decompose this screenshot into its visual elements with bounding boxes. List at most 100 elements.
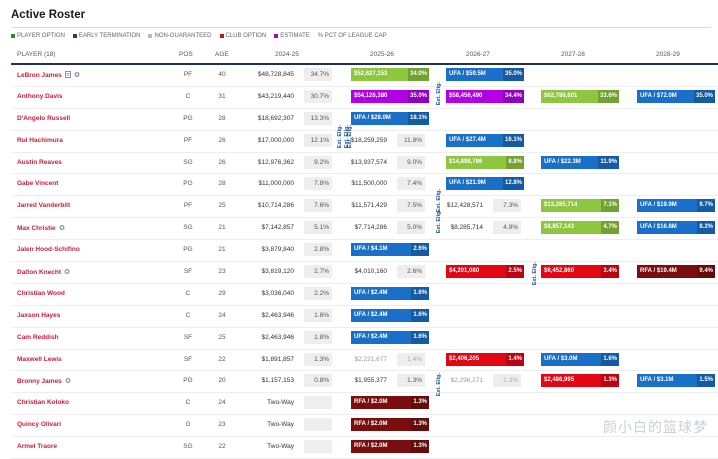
salary-value: $14,898,786 xyxy=(449,158,483,165)
salary-value: UFA / $21.9M xyxy=(449,180,486,187)
salary-pill[interactable]: RFA / $19.4M 9.4% xyxy=(637,265,715,279)
salary-pill[interactable]: UFA / $3.0M 1.6% xyxy=(541,352,619,366)
player-name[interactable]: Rui Hachimura xyxy=(17,137,63,144)
player-name-link[interactable]: Gabe Vincent xyxy=(17,180,58,187)
player-name-link[interactable]: Dalton Knecht xyxy=(17,268,70,277)
salary-pill[interactable]: UFA / $2.4M 1.6% xyxy=(351,308,429,322)
salary-pill[interactable]: $14,898,786 8.8% xyxy=(446,155,524,169)
player-name[interactable]: LeBron James xyxy=(17,72,62,79)
header-age[interactable]: AGE xyxy=(215,51,229,58)
player-name[interactable]: Jaxson Hayes xyxy=(17,312,60,319)
table-row: Jarred Vanderbilt PF 25 $10,714,286 7.6% $11,… xyxy=(11,196,718,219)
legend-item: % PCT OF LEAGUE CAP xyxy=(318,33,387,39)
player-name-link[interactable]: Maxwell Lewis xyxy=(17,356,62,363)
player-name[interactable]: Max Christie xyxy=(17,225,56,232)
salary-pill[interactable]: UFA / $22.3M 11.9% xyxy=(541,155,619,169)
player-name[interactable]: D'Angelo Russell xyxy=(17,115,70,122)
age: 25 xyxy=(218,202,226,210)
player-name-link[interactable]: Quincy Olivari xyxy=(17,421,61,428)
salary-pill[interactable]: $52,627,153 34.0% xyxy=(351,68,429,81)
stack-icon[interactable] xyxy=(74,71,80,80)
player-name-link[interactable]: Anthony Davis xyxy=(17,93,63,100)
salary-pill[interactable]: RFA / $2.0M 1.3% xyxy=(351,418,429,432)
player-name-link[interactable]: LeBron James xyxy=(17,71,80,80)
salary-pill[interactable]: UFA / $16.8M 8.2% xyxy=(637,221,715,235)
table-row: Christian Koloko C 24 Two-Way RFA / $2.0M 1.3… xyxy=(11,393,718,416)
player-name[interactable]: Christian Koloko xyxy=(17,399,69,406)
salary-pill[interactable]: UFA / $72.0M 35.0% xyxy=(637,89,715,103)
player-name[interactable]: Dalton Knecht xyxy=(17,269,61,276)
player-name-link[interactable]: Christian Koloko xyxy=(17,399,69,406)
cap-percent: 4.7% xyxy=(601,221,619,235)
salary-value: $58,456,490 xyxy=(449,92,483,99)
player-name-link[interactable]: Bronny James xyxy=(17,377,71,386)
salary-pill[interactable]: $54,126,380 35.0% xyxy=(351,89,429,103)
extension-eligible-label: Ext. Elig. xyxy=(436,82,442,106)
stack-icon[interactable] xyxy=(65,377,71,386)
player-name-link[interactable]: D'Angelo Russell xyxy=(17,115,70,122)
age: 23 xyxy=(218,421,226,429)
header-2027-28[interactable]: 2027-28 xyxy=(561,51,585,58)
player-name[interactable]: Bronny James xyxy=(17,378,62,385)
stack-icon[interactable] xyxy=(59,224,65,233)
salary-pill[interactable]: $6,452,860 3.4% xyxy=(541,265,619,279)
player-name[interactable]: Maxwell Lewis xyxy=(17,356,62,363)
player-name[interactable]: Armel Traore xyxy=(17,443,57,450)
player-name[interactable]: Gabe Vincent xyxy=(17,180,58,187)
header-2024-25[interactable]: 2024-25 xyxy=(275,51,299,58)
salary-pill[interactable]: UFA / $59.5M 35.0% xyxy=(446,68,524,81)
player-name-link[interactable]: Jaxson Hayes xyxy=(17,312,60,319)
player-name-link[interactable]: Max Christie xyxy=(17,224,65,233)
salary-pill[interactable]: $13,285,714 7.1% xyxy=(541,199,619,213)
player-name-link[interactable]: Austin Reaves xyxy=(17,159,62,166)
table-row: Austin Reaves SG 26 $12,976,362 9.2% $13,937,… xyxy=(11,153,718,175)
salary-pill[interactable]: UFA / $21.9M 12.8% xyxy=(446,177,524,191)
player-name-link[interactable]: Jalen Hood-Schifino xyxy=(17,246,80,253)
player-name[interactable]: Quincy Olivari xyxy=(17,421,61,428)
cap-percent: 12.1% xyxy=(304,133,332,147)
page-title: Active Roster xyxy=(11,9,86,21)
salary-pill[interactable]: UFA / $19.9M 9.7% xyxy=(637,199,715,213)
legend-item: PLAYER OPTION xyxy=(11,33,65,39)
player-name[interactable]: Cam Reddish xyxy=(17,334,59,341)
salary-pill[interactable]: UFA / $2.4M 1.6% xyxy=(351,330,429,344)
cap-percent: 1.3% xyxy=(411,396,429,410)
player-name[interactable]: Jarred Vanderbilt xyxy=(17,202,70,209)
salary-pill[interactable]: $8,857,143 4.7% xyxy=(541,221,619,235)
salary-pill[interactable]: UFA / $2.4M 1.6% xyxy=(351,286,429,300)
salary-pill[interactable]: $58,456,490 34.4% xyxy=(446,89,524,103)
salary-value: $4,010,160 xyxy=(354,268,387,276)
salary-value: $8,857,143 xyxy=(544,224,575,231)
salary-pill[interactable]: UFA / $28.0M 18.1% xyxy=(351,111,429,125)
salary-pill[interactable]: $4,201,080 2.5% xyxy=(446,265,524,279)
player-name[interactable]: Christian Wood xyxy=(17,290,65,297)
header-2026-27[interactable]: 2026-27 xyxy=(466,51,490,58)
legend-label: EARLY TERMINATION xyxy=(78,33,141,39)
player-name-link[interactable]: Cam Reddish xyxy=(17,334,59,341)
salary-pill[interactable]: RFA / $2.0M 1.3% xyxy=(351,440,429,454)
header-2025-26[interactable]: 2025-26 xyxy=(370,51,394,58)
salary-value: UFA / $16.8M xyxy=(640,224,677,231)
age: 20 xyxy=(218,377,226,385)
doc-icon[interactable] xyxy=(64,71,71,80)
salary-pill[interactable]: UFA / $27.4M 16.1% xyxy=(446,133,524,147)
player-name-link[interactable]: Armel Traore xyxy=(17,443,57,450)
age: 21 xyxy=(218,246,226,254)
player-name[interactable]: Anthony Davis xyxy=(17,93,63,100)
salary-pill[interactable]: UFA / $4.1M 2.6% xyxy=(351,243,429,257)
header-player[interactable]: PLAYER (18) xyxy=(17,51,56,58)
player-name[interactable]: Jalen Hood-Schifino xyxy=(17,246,80,253)
stack-icon[interactable] xyxy=(64,268,70,277)
player-name-link[interactable]: Rui Hachimura xyxy=(17,137,63,144)
header-pos[interactable]: POS xyxy=(179,51,193,58)
header-2028-29[interactable]: 2028-29 xyxy=(656,51,680,58)
salary-pill[interactable]: $2,406,205 1.4% xyxy=(446,352,524,366)
salary-pill[interactable]: $2,486,995 1.3% xyxy=(541,374,619,388)
player-name-link[interactable]: Jarred Vanderbilt xyxy=(17,202,70,209)
player-name-link[interactable]: Christian Wood xyxy=(17,290,65,297)
player-name[interactable]: Austin Reaves xyxy=(17,159,62,166)
salary-pill[interactable]: RFA / $2.0M 1.3% xyxy=(351,396,429,410)
salary-pill[interactable]: $62,786,601 33.6% xyxy=(541,89,619,103)
salary-pill[interactable]: UFA / $3.1M 1.5% xyxy=(637,374,715,388)
salary-value: $17,000,000 xyxy=(257,136,294,144)
